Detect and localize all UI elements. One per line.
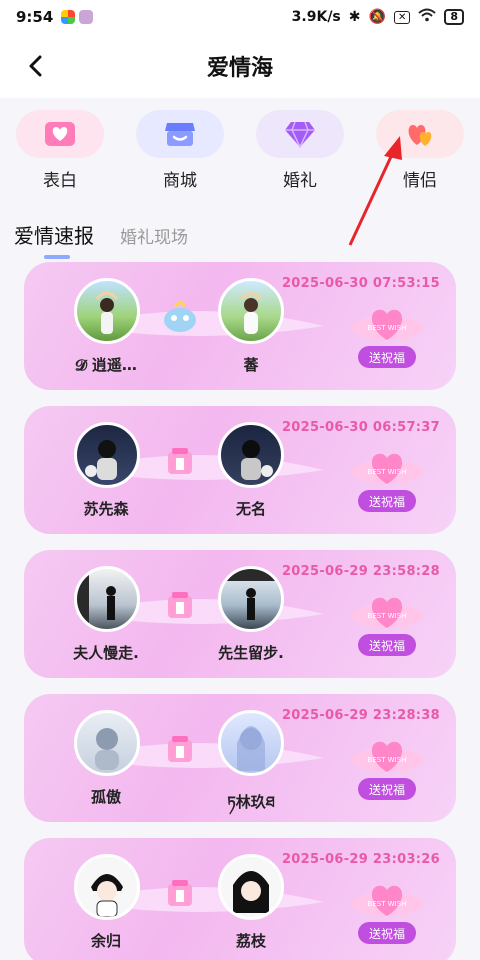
card-timestamp: 2025-06-29 23:58:28 <box>281 564 440 579</box>
partner-left-name: 𝓓 逍遥… <box>75 356 137 374</box>
status-app-icons <box>61 10 94 24</box>
partner-right-name: 荔枝 <box>235 932 266 950</box>
chevron-left-icon <box>29 55 42 77</box>
feed-card[interactable]: 孤傲 ཏ林玖ཐ 2025-06-29 23:28:38 BEST WISH 送祝… <box>24 694 456 822</box>
category-pill <box>136 110 224 158</box>
couple-badge-icon <box>164 300 196 332</box>
category-wedding[interactable]: 婚礼 <box>256 110 344 191</box>
bluetooth-icon: ✱ <box>348 9 361 25</box>
svg-text:BEST WISH: BEST WISH <box>368 900 407 908</box>
status-right: 3.9K/s ✱ 🔕 ✕ 8 <box>292 8 464 26</box>
partner-right-name: 萫 <box>243 356 259 374</box>
heart-wish-icon: BEST WISH <box>351 741 423 772</box>
category-label: 商城 <box>163 171 197 191</box>
nav-header: 爱情海 <box>0 34 480 98</box>
feed-card[interactable]: 苏先森 无名 2025-06-30 06:57:37 BEST WISH 送祝福 <box>24 406 456 534</box>
feed-card[interactable]: 夫人慢走. 先生留步. 2025-06-29 23:58:28 BEST WIS… <box>24 550 456 678</box>
svg-text:BEST WISH: BEST WISH <box>368 468 407 476</box>
mute-icon: 🔕 <box>368 9 386 25</box>
avatar[interactable] <box>218 278 284 344</box>
couple-badge-icon <box>168 592 192 618</box>
heart-wish-icon: BEST WISH <box>351 885 423 916</box>
svg-text:BEST WISH: BEST WISH <box>368 756 407 764</box>
svg-text:BEST WISH: BEST WISH <box>368 324 407 332</box>
partner-left-name: 苏先森 <box>83 500 129 518</box>
avatar[interactable] <box>74 854 140 920</box>
battery-icon: 8 <box>444 9 464 25</box>
svg-text:BEST WISH: BEST WISH <box>368 612 407 620</box>
love-letter-icon <box>45 122 75 146</box>
tab-love-news[interactable]: 爱情速报 <box>14 220 94 259</box>
avatar[interactable] <box>218 566 284 632</box>
partner-left-name: 孤傲 <box>90 788 121 806</box>
card-timestamp: 2025-06-29 23:03:26 <box>281 852 440 867</box>
partner-left-name: 余归 <box>90 932 121 950</box>
diamond-icon <box>285 121 315 148</box>
avatar[interactable] <box>74 566 140 632</box>
tab-wedding-scene[interactable]: 婚礼现场 <box>120 223 188 248</box>
category-label: 婚礼 <box>283 171 317 191</box>
partner-right-name: 无名 <box>235 500 266 518</box>
love-news-feed: 𝓓 逍遥… 萫 2025-06-30 07:53:15 BEST WISH 送祝… <box>24 262 456 960</box>
avatar[interactable] <box>74 710 140 776</box>
card-timestamp: 2025-06-30 06:57:37 <box>281 420 440 435</box>
category-pill <box>256 110 344 158</box>
heart-wish-icon: BEST WISH <box>351 453 423 484</box>
partner-left-name: 夫人慢走. <box>73 644 139 662</box>
avatar[interactable] <box>218 422 284 488</box>
sim-icon: ✕ <box>393 10 411 24</box>
avatar[interactable] <box>218 710 284 776</box>
page-title: 爱情海 <box>206 56 273 81</box>
couple-badge-icon <box>168 880 192 906</box>
couple-badge-icon <box>168 736 192 762</box>
category-confess[interactable]: 表白 <box>16 110 104 191</box>
card-timestamp: 2025-06-29 23:28:38 <box>281 708 440 723</box>
avatar[interactable] <box>218 854 284 920</box>
feed-card[interactable]: 𝓓 逍遥… 萫 2025-06-30 07:53:15 BEST WISH 送祝… <box>24 262 456 390</box>
couple-badge-icon <box>168 448 192 474</box>
annotation-arrow-icon <box>348 136 402 246</box>
app-notification-icon <box>61 10 76 24</box>
status-bar: 9:54 3.9K/s ✱ 🔕 ✕ 8 <box>0 0 480 34</box>
card-timestamp: 2025-06-30 07:53:15 <box>281 276 440 291</box>
avatar-notification-icon <box>79 10 94 24</box>
partner-right-name: ཏ林玖ཐ <box>227 793 275 811</box>
send-blessing-button[interactable]: 送祝福 <box>358 346 416 368</box>
send-blessing-button[interactable]: 送祝福 <box>358 778 416 800</box>
send-blessing-button[interactable]: 送祝福 <box>358 922 416 944</box>
category-label: 表白 <box>43 171 77 191</box>
store-icon <box>165 123 195 146</box>
back-button[interactable] <box>22 52 50 80</box>
send-blessing-button[interactable]: 送祝福 <box>358 490 416 512</box>
send-blessing-button[interactable]: 送祝福 <box>358 634 416 656</box>
status-time: 9:54 <box>16 8 54 26</box>
category-pill <box>16 110 104 158</box>
network-speed: 3.9K/s <box>291 9 341 25</box>
avatar[interactable] <box>74 422 140 488</box>
partner-right-name: 先生留步. <box>218 644 284 662</box>
avatar[interactable] <box>74 278 140 344</box>
feed-card[interactable]: 余归 荔枝 2025-06-29 23:03:26 BEST WISH 送祝福 <box>24 838 456 960</box>
category-store[interactable]: 商城 <box>136 110 224 191</box>
wifi-icon <box>418 8 437 26</box>
heart-wish-icon: BEST WISH <box>351 309 423 340</box>
heart-wish-icon: BEST WISH <box>351 597 423 628</box>
